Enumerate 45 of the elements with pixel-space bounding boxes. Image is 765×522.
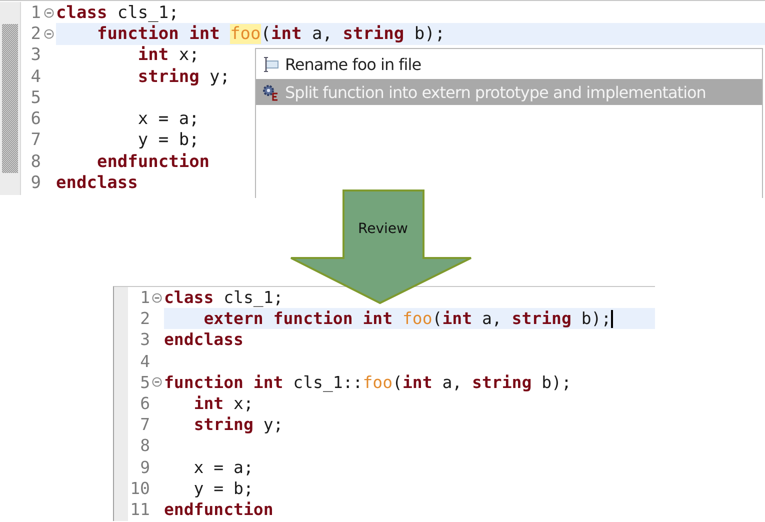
- code-line: x = a;: [192, 458, 254, 477]
- menu-item[interactable]: Rename foo in file: [256, 51, 762, 77]
- code-line: class cls_1;: [164, 288, 284, 308]
- arrow-label: Review: [357, 221, 409, 237]
- line-number: 11: [129, 500, 150, 519]
- line-number: 7: [139, 415, 150, 434]
- line-number: 1: [30, 2, 41, 23]
- line-number: 9: [30, 173, 41, 194]
- line-number: 3: [30, 45, 41, 66]
- code-line: string y;: [136, 66, 230, 87]
- line-number: 8: [139, 436, 150, 456]
- fold-icon[interactable]: [152, 377, 162, 388]
- code-line: extern function int foo(int a, string b);: [202, 309, 612, 328]
- code-line: function int cls_1::foo(int a, string b);: [164, 372, 572, 392]
- line-number: 1: [139, 288, 150, 308]
- gear-icon: [262, 84, 279, 100]
- line-number: 6: [30, 109, 41, 130]
- line-number: 5: [139, 372, 150, 392]
- code-line: endclass: [164, 330, 244, 350]
- line-number: 8: [30, 152, 41, 172]
- line-number: 2: [30, 24, 41, 44]
- code-line: endfunction: [96, 152, 210, 172]
- line-number: 10: [129, 478, 150, 498]
- line-number: 4: [30, 66, 41, 87]
- code-line: endclass: [56, 173, 138, 194]
- code-line: string y;: [192, 415, 284, 434]
- code-line: function int foo(int a, string b);: [96, 24, 446, 44]
- line-number: 3: [139, 330, 150, 350]
- line-number: 9: [139, 458, 150, 477]
- line-number: 5: [30, 88, 41, 108]
- line-number: 4: [139, 352, 150, 371]
- code-line: x = a;: [136, 109, 200, 130]
- code-line: y = b;: [192, 478, 254, 498]
- rename-icon: [262, 56, 279, 72]
- code-line: y = b;: [136, 130, 200, 150]
- fold-icon[interactable]: [44, 8, 54, 18]
- code-line: endfunction: [164, 500, 274, 519]
- code-line: int x;: [136, 45, 200, 66]
- code-line: class cls_1;: [56, 2, 179, 23]
- line-number: 2: [139, 309, 150, 328]
- fold-icon[interactable]: [152, 292, 162, 303]
- fold-icon[interactable]: [44, 28, 54, 39]
- code-line: int x;: [192, 394, 254, 414]
- line-number: 7: [30, 130, 41, 150]
- line-number: 6: [139, 394, 150, 414]
